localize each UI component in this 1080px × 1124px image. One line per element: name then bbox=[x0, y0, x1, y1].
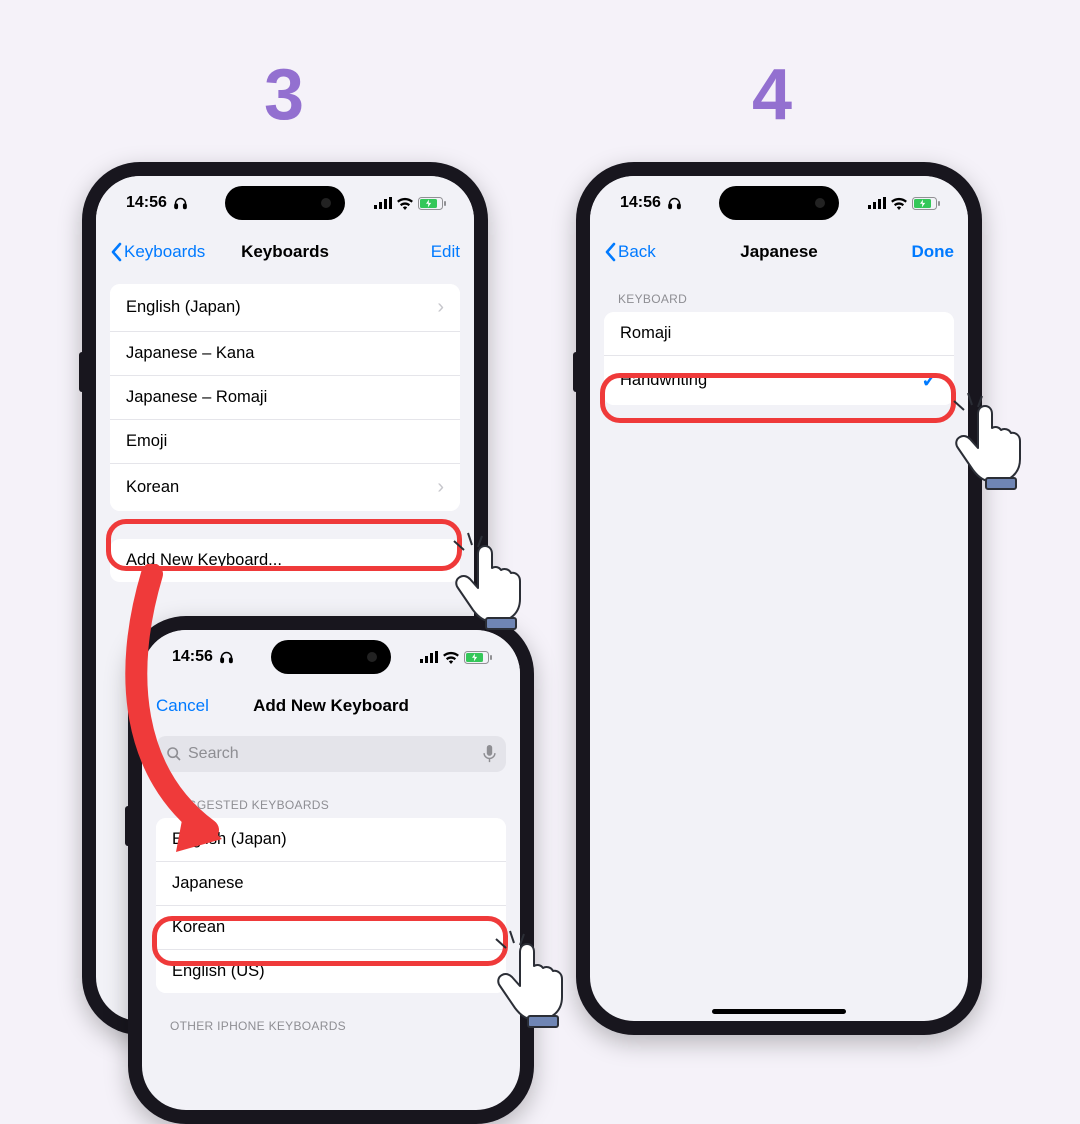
keyboard-row-english-japan[interactable]: English (Japan) › bbox=[110, 284, 460, 331]
suggested-english-us[interactable]: English (US) bbox=[156, 949, 506, 993]
headphones-icon bbox=[667, 196, 682, 211]
keyboard-list: English (Japan) › Japanese – Kana Japane… bbox=[110, 284, 460, 511]
keyboard-row-korean[interactable]: Korean › bbox=[110, 463, 460, 511]
keyboard-row-japanese-romaji[interactable]: Japanese – Romaji bbox=[110, 375, 460, 419]
keyboard-row-emoji[interactable]: Emoji bbox=[110, 419, 460, 463]
back-button[interactable]: Back bbox=[604, 242, 721, 262]
headphones-icon bbox=[173, 196, 188, 211]
notch bbox=[719, 186, 839, 220]
keyboard-section-header: KEYBOARD bbox=[590, 284, 968, 312]
row-label: English (US) bbox=[172, 962, 265, 981]
row-label: Korean bbox=[126, 478, 179, 497]
row-label: Romaji bbox=[620, 324, 671, 343]
back-label: Back bbox=[618, 242, 656, 262]
battery-icon bbox=[912, 197, 940, 210]
row-label: Japanese bbox=[172, 874, 244, 893]
battery-icon bbox=[464, 651, 492, 664]
chevron-right-icon: › bbox=[437, 296, 444, 319]
other-keyboards-header: OTHER IPHONE KEYBOARDS bbox=[142, 1011, 520, 1039]
battery-icon bbox=[418, 197, 446, 210]
row-label: Handwriting bbox=[620, 371, 707, 390]
nav-bar: Back Japanese Done bbox=[590, 230, 968, 274]
keyboard-row-japanese-kana[interactable]: Japanese – Kana bbox=[110, 331, 460, 375]
suggested-korean[interactable]: Korean bbox=[156, 905, 506, 949]
nav-title: Japanese bbox=[721, 242, 838, 262]
cellular-icon bbox=[868, 197, 886, 209]
keyboard-type-romaji[interactable]: Romaji bbox=[604, 312, 954, 355]
row-label: English (Japan) bbox=[126, 298, 241, 317]
notch bbox=[225, 186, 345, 220]
keyboard-type-list: Romaji Handwriting ✓ bbox=[604, 312, 954, 405]
done-button[interactable]: Done bbox=[837, 242, 954, 262]
notch bbox=[271, 640, 391, 674]
nav-title: Keyboards bbox=[227, 242, 344, 262]
step-number-4: 4 bbox=[752, 54, 792, 136]
phone-step4-japanese: 14:56 Back Japan bbox=[576, 162, 982, 1035]
microphone-icon[interactable] bbox=[483, 745, 496, 763]
wifi-icon bbox=[396, 197, 414, 210]
home-indicator bbox=[712, 1009, 846, 1014]
step-number-3: 3 bbox=[264, 54, 304, 136]
row-label: Emoji bbox=[126, 432, 167, 451]
edit-button[interactable]: Edit bbox=[343, 242, 460, 262]
checkmark-icon: ✓ bbox=[921, 368, 938, 393]
status-time: 14:56 bbox=[126, 194, 167, 212]
back-label: Keyboards bbox=[124, 242, 205, 262]
cellular-icon bbox=[420, 651, 438, 663]
row-label: Japanese – Kana bbox=[126, 344, 254, 363]
cellular-icon bbox=[374, 197, 392, 209]
arrow-annotation bbox=[112, 564, 282, 864]
chevron-right-icon: › bbox=[437, 476, 444, 499]
back-button[interactable]: Keyboards bbox=[110, 242, 227, 262]
status-time: 14:56 bbox=[620, 194, 661, 212]
suggested-japanese[interactable]: Japanese bbox=[156, 861, 506, 905]
wifi-icon bbox=[890, 197, 908, 210]
row-label: Japanese – Romaji bbox=[126, 388, 267, 407]
keyboard-type-handwriting[interactable]: Handwriting ✓ bbox=[604, 355, 954, 405]
nav-bar: Keyboards Keyboards Edit bbox=[96, 230, 474, 274]
row-label: Korean bbox=[172, 918, 225, 937]
chevron-left-icon bbox=[110, 242, 122, 262]
chevron-left-icon bbox=[604, 242, 616, 262]
wifi-icon bbox=[442, 651, 460, 664]
